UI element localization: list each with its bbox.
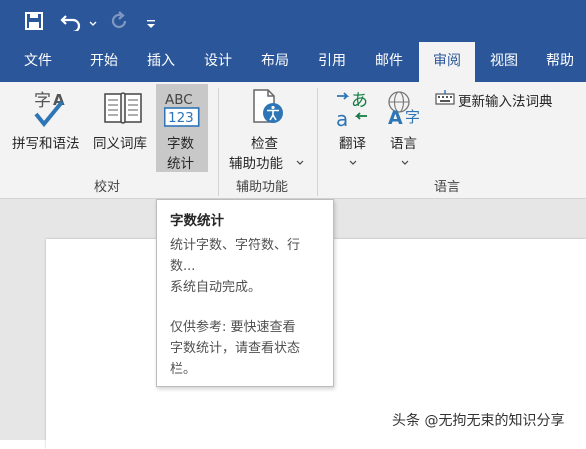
tab-review[interactable]: 审阅 — [419, 42, 475, 84]
spelling-grammar-icon: 字 A — [32, 88, 72, 128]
word-count-label-line2: 统计 — [167, 156, 194, 172]
tooltip-line: 统计字数、字符数、行 — [170, 238, 301, 253]
watermark-text: 头条 @无拘无束的知识分享 — [392, 413, 565, 429]
check-accessibility-button[interactable]: 检查 辅助功能 — [224, 84, 310, 172]
word-count-label-line1: 字数 — [167, 136, 194, 152]
tab-mailings[interactable]: 邮件 — [361, 42, 417, 82]
tab-insert[interactable]: 插入 — [133, 42, 189, 82]
spelling-icon-char: 字 — [34, 91, 51, 111]
check-accessibility-label-line1: 检查 — [251, 136, 278, 152]
ribbon-tabs: 文件 开始 插入 设计 布局 引用 邮件 审阅 视图 帮助 — [0, 42, 586, 84]
language-icon: A 字 — [385, 88, 425, 129]
translate-button[interactable]: あ a 翻译 — [328, 84, 378, 172]
chevron-down-icon — [296, 154, 304, 173]
group-separator — [218, 88, 219, 196]
tab-layout[interactable]: 布局 — [247, 42, 303, 82]
word-count-tooltip: 字数统计 统计字数、字符数、行 数... 系统自动完成。 仅供参考: 要快速查看… — [156, 199, 334, 387]
chevron-down-icon — [349, 154, 357, 173]
tab-file[interactable]: 文件 — [12, 42, 64, 82]
update-ime-dictionary-label: 更新输入法词典 — [458, 94, 553, 110]
save-icon[interactable] — [24, 10, 44, 32]
tooltip-line: 系统自动完成。 — [170, 280, 262, 295]
tooltip-line: 仅供参考: 要快速查看 — [170, 320, 296, 335]
tooltip-body: 统计字数、字符数、行 数... 系统自动完成。 仅供参考: 要快速查看 字数统计… — [170, 235, 324, 380]
group-separator — [317, 88, 318, 196]
word-count-button[interactable]: ABC 123 字数 统计 — [156, 84, 208, 172]
tab-design[interactable]: 设计 — [190, 42, 246, 82]
customize-qat-icon[interactable] — [146, 13, 156, 35]
word-count-icon-numbers: 123 — [168, 110, 194, 126]
svg-text:A: A — [388, 107, 403, 128]
thesaurus-button[interactable]: 同义词库 — [92, 84, 154, 172]
language-label: 语言 — [390, 136, 417, 152]
ribbon-review: 字 A 拼写和语法 同义词库 ABC 123 字数 统计 校对 检查 辅助功能 … — [0, 82, 586, 199]
tab-help[interactable]: 帮助 — [533, 42, 586, 82]
language-button[interactable]: A 字 语言 — [382, 84, 428, 172]
undo-dropdown-icon[interactable] — [89, 13, 97, 35]
spelling-grammar-label: 拼写和语法 — [12, 136, 80, 152]
group-label-accessibility: 辅助功能 — [236, 180, 289, 195]
tooltip-line: 字数统计，请查看状态 — [170, 341, 301, 356]
tooltip-spacer — [170, 298, 324, 317]
language-icon-char: 字 — [405, 108, 420, 126]
tooltip-title: 字数统计 — [170, 213, 224, 229]
thesaurus-label: 同义词库 — [93, 136, 147, 152]
tab-home[interactable]: 开始 — [76, 42, 132, 82]
group-label-language: 语言 — [434, 180, 461, 195]
word-count-icon-letters: ABC — [165, 92, 193, 108]
word-count-icon: ABC 123 — [163, 90, 200, 127]
quick-access-toolbar — [0, 0, 586, 42]
translate-icon: あ a — [333, 88, 373, 131]
translate-icon-char: あ — [351, 91, 368, 111]
redo-icon[interactable] — [110, 10, 130, 32]
update-ime-dictionary-button[interactable]: 更新输入法词典 — [433, 88, 583, 110]
tab-view[interactable]: 视图 — [476, 42, 532, 82]
ime-dictionary-icon — [435, 90, 455, 110]
undo-icon[interactable] — [60, 10, 82, 32]
group-label-proofing: 校对 — [94, 180, 121, 195]
thesaurus-icon — [103, 90, 143, 126]
check-accessibility-label-line2: 辅助功能 — [229, 156, 283, 172]
chevron-down-icon — [401, 154, 409, 173]
tooltip-line: 栏。 — [170, 362, 197, 377]
tooltip-line: 数... — [170, 259, 196, 274]
translate-icon-letter: a — [336, 107, 348, 128]
spelling-grammar-button[interactable]: 字 A 拼写和语法 — [8, 84, 90, 172]
tab-references[interactable]: 引用 — [304, 42, 360, 82]
accessibility-icon — [250, 88, 290, 128]
translate-label: 翻译 — [339, 136, 366, 152]
